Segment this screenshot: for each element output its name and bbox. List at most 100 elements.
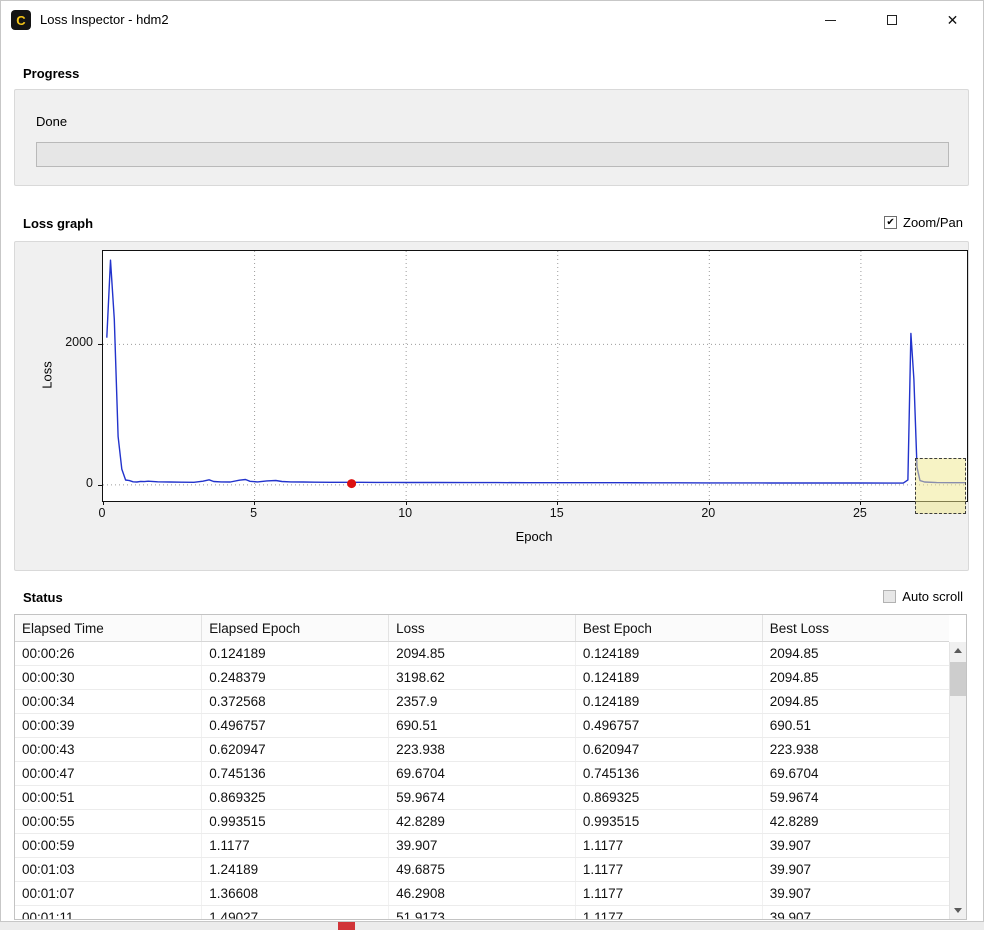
table-cell: 00:00:30 — [15, 666, 202, 690]
table-cell: 00:01:03 — [15, 858, 202, 882]
table-cell: 2094.85 — [389, 642, 576, 666]
x-tick-mark — [860, 501, 861, 505]
table-row[interactable]: 00:00:470.74513669.67040.74513669.6704 — [15, 762, 949, 786]
status-table-body: 00:00:260.1241892094.850.1241892094.8500… — [15, 642, 949, 921]
table-row[interactable]: 00:01:071.3660846.29081.117739.907 — [15, 882, 949, 906]
table-cell: 00:00:26 — [15, 642, 202, 666]
table-cell: 1.1177 — [202, 834, 389, 858]
table-cell: 0.496757 — [202, 714, 389, 738]
table-cell: 0.869325 — [575, 786, 762, 810]
close-icon: ✕ — [947, 13, 959, 27]
maximize-button[interactable] — [861, 1, 922, 39]
x-axis-title: Epoch — [102, 529, 966, 544]
y-tick-mark — [98, 344, 102, 345]
table-cell: 39.907 — [762, 834, 949, 858]
table-cell: 00:00:47 — [15, 762, 202, 786]
table-row[interactable]: 00:00:340.3725682357.90.1241892094.85 — [15, 690, 949, 714]
table-cell: 0.124189 — [575, 690, 762, 714]
table-cell: 0.993515 — [575, 810, 762, 834]
table-cell: 00:00:39 — [15, 714, 202, 738]
minimize-icon — [825, 20, 836, 21]
table-cell: 42.8289 — [389, 810, 576, 834]
auto-scroll-checkbox[interactable]: Auto scroll — [883, 589, 963, 604]
minimize-button[interactable] — [800, 1, 861, 39]
table-cell: 00:00:34 — [15, 690, 202, 714]
zoom-pan-checkbox-box[interactable]: ✔ — [884, 216, 897, 229]
table-row[interactable]: 00:01:031.2418949.68751.117739.907 — [15, 858, 949, 882]
table-cell: 2094.85 — [762, 666, 949, 690]
table-cell: 0.620947 — [202, 738, 389, 762]
x-tick-label: 5 — [250, 506, 257, 520]
y-tick-label: 0 — [86, 476, 93, 490]
scroll-down-icon — [954, 908, 962, 913]
table-cell: 49.6875 — [389, 858, 576, 882]
auto-scroll-checkbox-label: Auto scroll — [902, 589, 963, 604]
table-cell: 223.938 — [389, 738, 576, 762]
table-cell: 0.496757 — [575, 714, 762, 738]
app-icon-letter: C — [16, 13, 25, 28]
table-cell: 00:00:59 — [15, 834, 202, 858]
table-cell: 3198.62 — [389, 666, 576, 690]
x-tick-label: 0 — [99, 506, 106, 520]
zoom-pan-checkbox[interactable]: ✔ Zoom/Pan — [884, 215, 963, 230]
status-section-label: Status — [23, 590, 63, 605]
table-cell: 39.907 — [762, 906, 949, 921]
scroll-up-icon — [954, 648, 962, 653]
loss-line — [107, 260, 966, 483]
table-cell: 42.8289 — [762, 810, 949, 834]
table-cell: 0.745136 — [202, 762, 389, 786]
column-header[interactable]: Elapsed Time — [15, 615, 202, 642]
progress-groupbox: Done — [14, 89, 969, 186]
column-header[interactable]: Loss — [389, 615, 576, 642]
table-row[interactable]: 00:00:260.1241892094.850.1241892094.85 — [15, 642, 949, 666]
title-bar: C Loss Inspector - hdm2 ✕ — [1, 1, 983, 39]
column-header[interactable]: Best Loss — [762, 615, 949, 642]
table-cell: 00:00:51 — [15, 786, 202, 810]
auto-scroll-checkbox-box[interactable] — [883, 590, 896, 603]
taskbar-app-indicator — [338, 922, 355, 930]
table-cell: 0.124189 — [575, 666, 762, 690]
table-cell: 39.907 — [762, 882, 949, 906]
table-row[interactable]: 00:00:430.620947223.9380.620947223.938 — [15, 738, 949, 762]
status-table-grid: Elapsed TimeElapsed EpochLossBest EpochB… — [15, 615, 949, 920]
table-row[interactable]: 00:00:550.99351542.82890.99351542.8289 — [15, 810, 949, 834]
table-cell: 1.24189 — [202, 858, 389, 882]
scrollbar-thumb[interactable] — [950, 662, 966, 696]
table-row[interactable]: 00:01:111.4902751.91731.117739.907 — [15, 906, 949, 921]
close-button[interactable]: ✕ — [922, 1, 983, 39]
table-row[interactable]: 00:00:510.86932559.96740.86932559.9674 — [15, 786, 949, 810]
table-cell: 1.1177 — [575, 834, 762, 858]
taskbar-sliver — [0, 922, 984, 930]
table-row[interactable]: 00:00:390.496757690.510.496757690.51 — [15, 714, 949, 738]
loss-chart[interactable] — [102, 250, 968, 502]
scroll-up-button[interactable] — [950, 642, 966, 659]
status-table: Elapsed TimeElapsed EpochLossBest EpochB… — [14, 614, 967, 920]
window-controls: ✕ — [800, 1, 983, 39]
x-tick-mark — [557, 501, 558, 505]
column-header[interactable]: Elapsed Epoch — [202, 615, 389, 642]
column-header[interactable]: Best Epoch — [575, 615, 762, 642]
table-cell: 00:01:11 — [15, 906, 202, 921]
app-window: C Loss Inspector - hdm2 ✕ Progress Done … — [0, 0, 984, 922]
table-cell: 2094.85 — [762, 690, 949, 714]
x-tick-label: 20 — [701, 506, 715, 520]
y-tick-mark — [98, 485, 102, 486]
y-axis-ticks: 02000 — [15, 250, 97, 500]
vertical-scrollbar[interactable] — [949, 642, 966, 919]
table-cell: 1.1177 — [575, 858, 762, 882]
loss-graph-groupbox: Loss 02000 0510152025 Epoch — [14, 241, 969, 571]
table-cell: 39.907 — [762, 858, 949, 882]
table-row[interactable]: 00:00:300.2483793198.620.1241892094.85 — [15, 666, 949, 690]
x-tick-mark — [406, 501, 407, 505]
table-cell: 51.9173 — [389, 906, 576, 921]
table-cell: 0.124189 — [202, 642, 389, 666]
table-cell: 00:00:43 — [15, 738, 202, 762]
x-tick-label: 10 — [398, 506, 412, 520]
table-cell: 59.9674 — [762, 786, 949, 810]
table-cell: 0.372568 — [202, 690, 389, 714]
table-row[interactable]: 00:00:591.117739.9071.117739.907 — [15, 834, 949, 858]
scroll-down-button[interactable] — [950, 902, 966, 919]
table-cell: 1.36608 — [202, 882, 389, 906]
x-tick-mark — [103, 501, 104, 505]
current-epoch-marker — [347, 479, 356, 488]
